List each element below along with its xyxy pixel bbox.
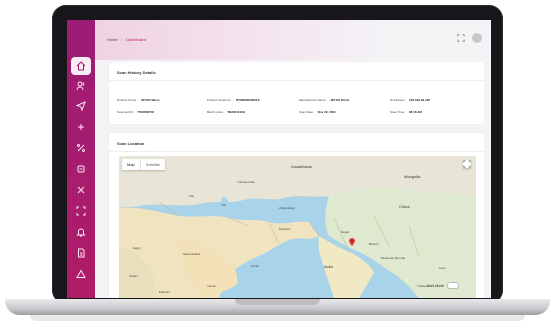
sidebar-item-send[interactable]	[71, 97, 91, 115]
map-land	[119, 156, 476, 298]
sidebar	[67, 20, 95, 298]
map-label: Turkmenistan	[237, 180, 256, 184]
map-label: China	[399, 204, 410, 209]
divider	[109, 151, 484, 152]
send-icon	[76, 101, 86, 111]
map-view[interactable]: Map Satellite Kazakhstan Mongolia Turkme…	[119, 156, 476, 298]
sidebar-item-users[interactable]	[71, 77, 91, 95]
map-label: Oman	[251, 264, 260, 268]
map-label: Egypt	[133, 246, 141, 250]
field-value: TB2021110G	[227, 110, 246, 114]
plus-icon	[78, 124, 84, 130]
map-label: Nepal	[341, 230, 349, 234]
field-value: JETSO Drivlo	[330, 98, 350, 102]
home-icon	[76, 61, 86, 71]
sidebar-item-alerts[interactable]	[71, 265, 91, 283]
scan-history-card: Scan History Details Product Name : JETSO…	[109, 62, 484, 124]
map-label: Yemen	[207, 284, 217, 288]
field-scanned-id: Scanned ID :7506658702	[117, 110, 154, 114]
location-pin-icon[interactable]	[349, 238, 355, 246]
map-label: Sudan	[129, 274, 138, 278]
map-label: India	[324, 264, 333, 269]
sidebar-item-expand[interactable]	[71, 202, 91, 220]
header-gradient	[95, 20, 491, 60]
map-tab-map[interactable]: Map	[122, 159, 140, 170]
field-label: Scan Date :	[299, 110, 315, 114]
scan-location-title: Scan Location	[117, 141, 145, 146]
map-label: Bhutan	[369, 242, 379, 246]
sidebar-item-scan[interactable]	[71, 160, 91, 178]
map-fullscreen-icon[interactable]	[463, 160, 471, 168]
breadcrumb-current: Dashboard	[126, 37, 146, 42]
warning-icon	[76, 269, 86, 278]
percent-icon	[77, 144, 85, 152]
map-label: Laos	[439, 266, 446, 270]
map-label: Saudi Arabia	[183, 252, 201, 256]
map-label: Kazakhstan	[291, 164, 312, 169]
map-label: Mongolia	[404, 174, 421, 179]
sidebar-item-home[interactable]	[71, 57, 91, 75]
map-label: Iraq	[189, 194, 195, 198]
field-label: Scan Time :	[390, 110, 406, 114]
sidebar-item-add[interactable]	[71, 118, 91, 136]
field-label: Product Name :	[117, 98, 138, 102]
map-tab-satellite[interactable]: Satellite	[139, 159, 165, 170]
fullscreen-icon[interactable]	[457, 34, 465, 42]
sidebar-item-documents[interactable]	[71, 244, 91, 262]
field-label: Scanned ID :	[117, 110, 135, 114]
field-value: JETSO Wires	[140, 98, 160, 102]
laptop-screen: Home > Dashboard Scan History Details Pr…	[67, 20, 491, 298]
divider	[109, 80, 484, 81]
laptop-shadow	[30, 315, 525, 321]
field-scan-time: Scan Time :08:18 AM	[390, 110, 422, 114]
sidebar-item-notifications[interactable]	[71, 223, 91, 241]
expand-icon	[76, 206, 86, 216]
field-product-serial: Product Serial No. : RTSN80000001S	[207, 98, 260, 102]
field-scan-date: Scan Date : Nov 22, 2021	[299, 110, 336, 114]
field-label: Manufacturer Name :	[299, 98, 328, 102]
breadcrumb-separator: >	[120, 37, 124, 42]
field-product-name: Product Name : JETSO Wires	[117, 98, 160, 102]
breadcrumb-home[interactable]: Home	[107, 37, 118, 42]
avatar[interactable]	[472, 33, 482, 43]
field-ip-address: IP Address :223.199.28.13P	[390, 98, 430, 102]
field-manufacturer: Manufacturer Name : JETSO Drivlo	[299, 98, 349, 102]
field-value: 08:18 AM	[408, 110, 422, 114]
breadcrumb: Home > Dashboard	[107, 37, 146, 42]
scan-icon	[77, 165, 85, 173]
users-icon	[76, 81, 85, 91]
tools-icon	[77, 186, 85, 194]
field-value: 223.199.28.13P	[409, 98, 431, 102]
toggle-switch[interactable]	[447, 282, 460, 289]
document-icon	[78, 248, 85, 258]
field-value: Nov 22, 2021	[317, 110, 336, 114]
sidebar-item-tools[interactable]	[71, 181, 91, 199]
scan-history-title: Scan History Details	[117, 70, 156, 75]
map-type-tabs: Map Satellite	[122, 159, 166, 170]
dark-mode-toggle[interactable]: Dark Mode	[427, 282, 460, 289]
map-label: Iran	[221, 203, 227, 207]
sidebar-item-discount[interactable]	[71, 139, 91, 157]
bell-icon	[76, 228, 86, 237]
field-value: RTSN80000001S	[236, 98, 260, 102]
map-label: Myanmar (Burma)	[381, 256, 406, 260]
map-label: Afghanistan	[279, 206, 295, 210]
field-label: Batch Code :	[207, 110, 225, 114]
map-label: Pakistan	[279, 227, 291, 231]
map-label: Ethiopia	[159, 290, 170, 294]
field-value: 7506658702	[137, 110, 155, 114]
field-label: Product Serial No. :	[207, 98, 234, 102]
field-batch-code: Batch Code : TB2021110G	[207, 110, 245, 114]
dark-mode-label: Dark Mode	[427, 283, 445, 288]
laptop-notch	[235, 299, 320, 305]
field-label: IP Address :	[390, 98, 407, 102]
